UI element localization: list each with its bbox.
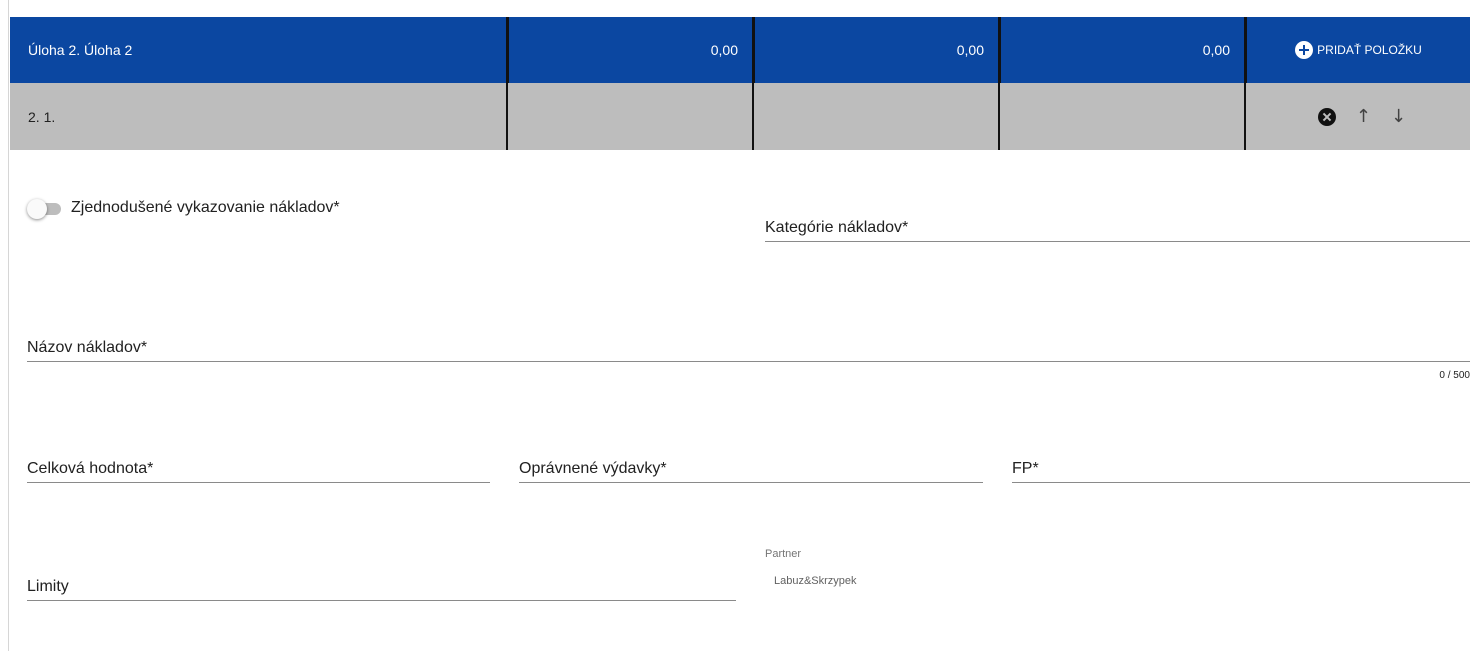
subitem-value-3	[998, 83, 1244, 150]
limits-select[interactable]: Limity	[27, 550, 736, 601]
arrow-up-icon[interactable]: ↑	[1356, 107, 1371, 126]
task-title: Úloha 2. Úloha 2	[28, 42, 133, 58]
subitem-actions: ↑ ↓	[1244, 83, 1470, 150]
task-actions: PRIDAŤ POLOŽKU	[1244, 17, 1470, 83]
cost-category-select[interactable]: Kategórie nákladov*	[765, 190, 1470, 242]
fp-label: FP*	[1012, 460, 1039, 477]
limits-label: Limity	[27, 578, 69, 595]
cost-name-label: Názov nákladov*	[27, 339, 148, 356]
simplified-costs-label: Zjednodušené vykazovanie nákladov*	[71, 199, 340, 216]
eligible-expenses-label: Oprávnené výdavky*	[519, 460, 667, 477]
fp-input[interactable]: FP*	[1012, 440, 1470, 483]
simplified-costs-toggle[interactable]	[27, 199, 63, 219]
task-value-3: 0,00	[998, 17, 1244, 83]
subitem-row: 2. 1. ↑ ↓	[10, 83, 1470, 150]
total-value-label: Celková hodnota*	[27, 460, 154, 477]
add-item-label: PRIDAŤ POLOŽKU	[1317, 43, 1422, 57]
cost-category-label: Kategórie nákladov*	[765, 219, 909, 236]
page-left-border	[8, 0, 9, 651]
arrow-down-icon[interactable]: ↓	[1391, 107, 1406, 126]
task-row: Úloha 2. Úloha 2 0,00 0,00 0,00 PRIDAŤ P…	[10, 17, 1470, 83]
task-value-2: 0,00	[752, 17, 998, 83]
close-circle-icon[interactable]	[1317, 107, 1336, 126]
partner-label: Partner	[765, 548, 802, 560]
subitem-value-2	[752, 83, 998, 150]
task-value-1: 0,00	[506, 17, 752, 83]
partner-value: Labuz&Skrzypek	[774, 575, 857, 587]
add-item-button[interactable]: PRIDAŤ POLOŽKU	[1295, 41, 1422, 59]
subitem-value-1	[506, 83, 752, 150]
subitem-number: 2. 1.	[28, 108, 56, 125]
cost-name-counter: 0 / 500	[1439, 370, 1470, 381]
cost-name-input[interactable]: Názov nákladov*	[27, 320, 1470, 362]
toggle-thumb	[27, 199, 47, 219]
plus-circle-icon	[1295, 41, 1314, 59]
total-value-input[interactable]: Celková hodnota*	[27, 440, 490, 483]
eligible-expenses-input[interactable]: Oprávnené výdavky*	[519, 440, 983, 483]
